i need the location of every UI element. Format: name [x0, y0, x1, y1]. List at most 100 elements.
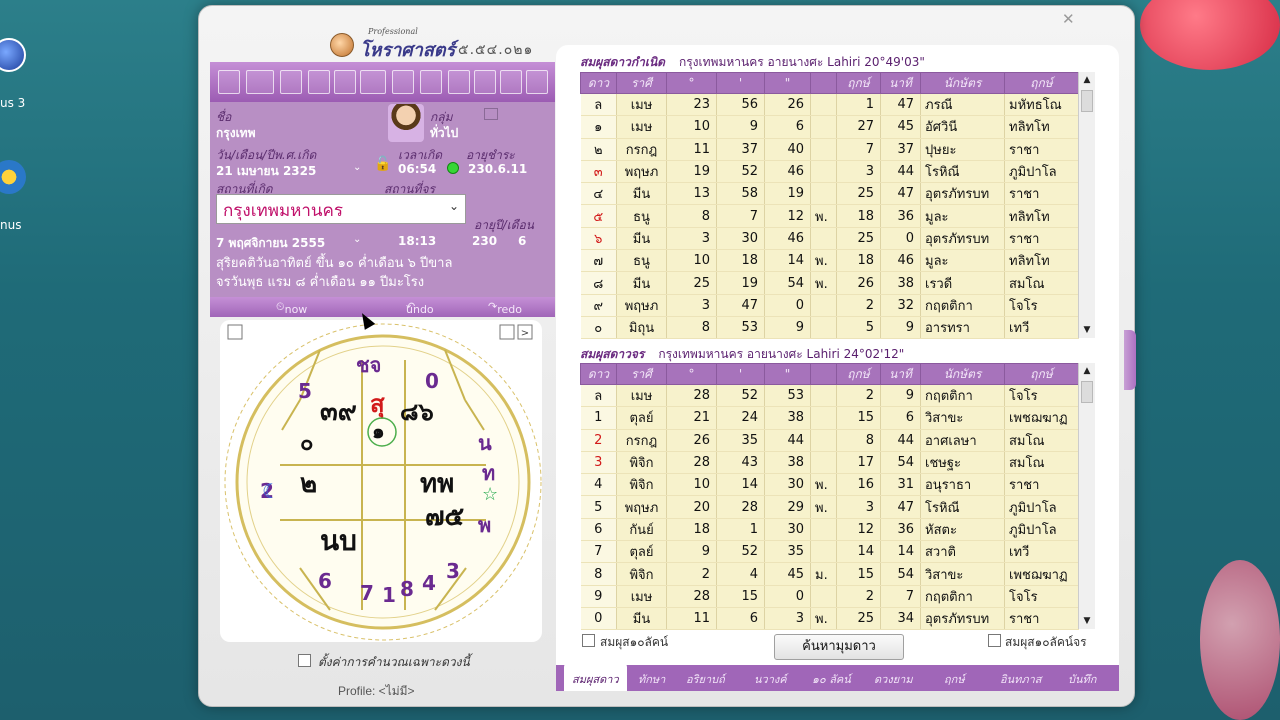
delete-icon[interactable] — [334, 70, 356, 94]
minute-cell: 4 — [716, 562, 765, 586]
column-header[interactable]: ฤกษ์ — [1004, 72, 1079, 94]
table-row[interactable]: ๐มิถุน 8 53 9 5 9 อารทรา เทวี — [580, 316, 1079, 340]
time-value[interactable]: 06:54 — [398, 162, 436, 176]
now-date-dropdown-icon[interactable]: ⌄ — [353, 234, 361, 245]
tab-2[interactable]: ทักษา — [638, 670, 665, 688]
table-row[interactable]: ลเมษ 28 52 53 2 9 กฤตติกา โจโร — [580, 384, 1079, 408]
stats-icon[interactable] — [526, 70, 548, 94]
avatar[interactable] — [388, 104, 424, 142]
column-header[interactable]: นาที — [880, 363, 921, 385]
ten-lagna-checkbox[interactable] — [582, 634, 595, 647]
table-row[interactable]: ๙พฤษภ 3 47 0 2 32 กฤตติกา โจโร — [580, 294, 1079, 317]
table-row[interactable]: 7 ตุลย์ 9 52 35 14 14 สวาติ เทวี — [580, 540, 1079, 564]
desktop-icon-2[interactable]: nus — [0, 160, 30, 232]
chart-settings-icon[interactable] — [499, 324, 515, 340]
column-header[interactable]: นักษัตร — [920, 363, 1005, 385]
lock-icon[interactable]: 🔓 — [374, 156, 391, 172]
location-select[interactable]: กรุงเทพมหานคร ⌄ — [216, 194, 466, 224]
column-header[interactable] — [810, 363, 837, 385]
search-angle-button[interactable]: ค้นหามุมดาว — [774, 634, 904, 660]
redo-button[interactable]: ↷ redo — [488, 300, 522, 316]
edit-icon[interactable] — [448, 70, 470, 94]
natal-title: สมผุสดาวกำเนิด — [580, 55, 665, 69]
new-file-icon[interactable] — [218, 70, 240, 94]
tab-3[interactable]: อริยาบถ์ — [686, 670, 725, 688]
scroll-thumb[interactable] — [1081, 90, 1093, 112]
scroll-down-icon[interactable]: ▼ — [1079, 322, 1095, 338]
table-row[interactable]: ๘มีน 25 19 54 พ. 26 38 เรวดี สมโณ — [580, 271, 1079, 295]
tab-9[interactable]: บันทึก — [1068, 670, 1096, 688]
group-edit-icon[interactable] — [484, 108, 498, 120]
search-icon[interactable] — [420, 70, 442, 94]
scroll-up-icon[interactable]: ▲ — [1079, 72, 1095, 88]
close-icon[interactable]: ✕ — [1062, 10, 1075, 28]
table-row[interactable]: 2 กรกฎ 26 35 44 8 44 อาศเลษา สมโณ — [580, 429, 1079, 452]
tab-7[interactable]: ฤกษ์ — [944, 670, 965, 688]
table-row[interactable]: ๒กรกฎ 11 37 40 7 37 ปุษยะ ราชา — [580, 138, 1079, 161]
open-folder-icon[interactable] — [246, 70, 274, 94]
table-row[interactable]: ๖มีน 3 30 46 25 0 อุตรภัทรบท ราชา — [580, 227, 1079, 251]
column-header[interactable]: นาที — [880, 72, 921, 94]
table-row[interactable]: 8 พิจิก 2 4 45 ม. 15 54 วิสาขะ เพชฌฆาฏ — [580, 562, 1079, 586]
save-icon[interactable] — [280, 70, 302, 94]
second-cell: 9 — [764, 316, 811, 340]
table-row[interactable]: 6 กันย์ 18 1 30 12 36 หัสตะ ภูมิปาโล — [580, 518, 1079, 542]
now-time-value[interactable]: 18:13 — [398, 234, 436, 248]
table-row[interactable]: 9 เมษ 28 15 0 2 7 กฤตติกา โจโร — [580, 585, 1079, 608]
column-header[interactable]: " — [764, 72, 811, 94]
save-as-icon[interactable] — [308, 70, 330, 94]
table-row[interactable]: 0 มีน 11 6 3 พ. 25 34 อุตรภัทรบท ราชา — [580, 607, 1079, 631]
column-header[interactable]: ' — [716, 363, 765, 385]
tab-4[interactable]: นวางค์ — [754, 670, 787, 688]
desktop-icon-1[interactable]: us 3 — [0, 38, 30, 110]
chart-copy-icon[interactable] — [227, 324, 243, 340]
print-icon[interactable] — [360, 70, 386, 94]
tab-6[interactable]: ดวงยาม — [874, 670, 913, 688]
notes-icon[interactable] — [500, 70, 522, 94]
column-header[interactable]: นักษัตร — [920, 72, 1005, 94]
export-icon[interactable] — [392, 70, 414, 94]
tab-1[interactable]: สมผุสดาว — [564, 663, 627, 691]
group-value[interactable]: ทั่วไป — [430, 124, 458, 143]
table-row[interactable]: ๑เมษ 10 9 6 27 45 อัศวินี ทลิทโท — [580, 115, 1079, 139]
table-row[interactable]: 3 พิจิก 28 43 38 17 54 เชษฐะ สมโณ — [580, 451, 1079, 475]
table-row[interactable]: 1 ตุลย์ 21 24 38 15 6 วิสาขะ เพชฌฆาฏ — [580, 406, 1079, 430]
now-date-value[interactable]: 7 พฤศจิกายน 2555 — [216, 234, 325, 253]
table-row[interactable]: ๕ธนู 8 7 12 พ. 18 36 มูละ ทลิทโท — [580, 204, 1079, 228]
dob-dropdown-icon[interactable]: ⌄ — [353, 162, 361, 173]
table-row[interactable]: ๔มีน 13 58 19 25 47 อุตรภัทรบท ราชา — [580, 182, 1079, 206]
lerk-minute-cell: 47 — [880, 182, 921, 206]
column-header[interactable]: ดาว — [580, 72, 617, 94]
tab-5[interactable]: ๑๐ ลัคน์ — [812, 670, 851, 688]
transit-scrollbar[interactable]: ▲ ▼ — [1078, 363, 1095, 629]
column-header[interactable]: ราศี — [616, 72, 667, 94]
column-header[interactable]: ราศี — [616, 363, 667, 385]
column-header[interactable]: " — [764, 363, 811, 385]
natal-scrollbar[interactable]: ▲ ▼ — [1078, 72, 1095, 338]
scroll-down-icon[interactable]: ▼ — [1079, 613, 1095, 629]
export-text-icon[interactable] — [474, 70, 496, 94]
table-row[interactable]: ลเมษ 23 56 26 1 47 ภรณี มหัทธโณ — [580, 93, 1079, 117]
table-row[interactable]: ๗ธนู 10 18 14 พ. 18 46 มูละ ทลิทโท — [580, 249, 1079, 273]
table-row[interactable]: ๓พฤษภ 19 52 46 3 44 โรหิณี ภูมิปาโล — [580, 160, 1079, 184]
table-row[interactable]: 5 พฤษภ 20 28 29 พ. 3 47 โรหิณี ภูมิปาโล — [580, 495, 1079, 519]
column-header[interactable]: ' — [716, 72, 765, 94]
column-header[interactable]: ดาว — [580, 363, 617, 385]
calc-only-checkbox[interactable] — [298, 654, 311, 667]
dob-value[interactable]: 21 เมษายน 2325 — [216, 162, 316, 181]
panel-toggle-handle[interactable] — [1124, 330, 1136, 390]
tab-8[interactable]: อินทภาส — [1000, 670, 1042, 688]
column-header[interactable]: ° — [666, 363, 717, 385]
ten-lagna-transit-checkbox[interactable] — [988, 634, 1001, 647]
column-header[interactable]: ° — [666, 72, 717, 94]
now-button[interactable]: ⏲ now — [276, 300, 307, 316]
undo-button[interactable]: undo ↶ — [406, 300, 434, 316]
name-value[interactable]: กรุงเทพ — [216, 124, 256, 143]
column-header[interactable]: ฤกษ์ — [836, 72, 881, 94]
column-header[interactable] — [810, 72, 837, 94]
table-row[interactable]: 4 พิจิก 10 14 30 พ. 16 31 อนุราธา ราชา — [580, 473, 1079, 497]
scroll-up-icon[interactable]: ▲ — [1079, 363, 1095, 379]
scroll-thumb[interactable] — [1081, 381, 1093, 403]
column-header[interactable]: ฤกษ์ — [1004, 363, 1079, 385]
column-header[interactable]: ฤกษ์ — [836, 363, 881, 385]
